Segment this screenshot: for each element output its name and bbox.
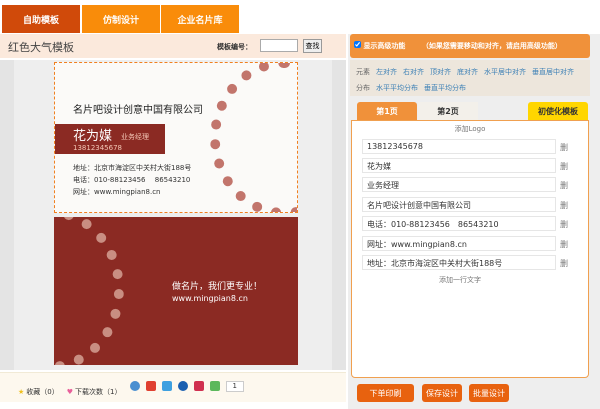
download-count: 下载次数（1）: [75, 387, 122, 396]
card-mobile[interactable]: 13812345678: [73, 144, 122, 152]
delete-field-button[interactable]: 删: [560, 142, 568, 153]
floral-ornament: [54, 217, 124, 365]
left-scroll-strip[interactable]: [0, 60, 14, 370]
favorite-count: 收藏（0）: [26, 387, 59, 396]
tab-enterprise-library[interactable]: 企业名片库: [161, 5, 239, 33]
qzone-share-icon[interactable]: [129, 381, 140, 391]
page-tab-2[interactable]: 第2页: [418, 102, 478, 120]
align-left[interactable]: 左对齐: [376, 68, 397, 76]
kaixin-share-icon[interactable]: [193, 381, 204, 391]
align-right[interactable]: 右对齐: [403, 68, 424, 76]
star-icon: ★: [18, 387, 25, 396]
advanced-checkbox[interactable]: [354, 41, 361, 48]
field-mobile[interactable]: 13812345678: [362, 139, 556, 154]
batch-design-button[interactable]: 批量设计: [469, 384, 509, 402]
add-logo-link[interactable]: 添加Logo: [350, 124, 590, 134]
card-web[interactable]: 网址：www.mingpian8.cn: [73, 187, 160, 197]
card-back[interactable]: 做名片，我们更专业！ www.mingpian8.cn: [54, 217, 298, 365]
field-company[interactable]: 名片吧设计创意中国有限公司: [362, 197, 556, 212]
delete-field-button[interactable]: 删: [560, 200, 568, 211]
align-label: 元素: [356, 68, 370, 76]
distribute-label: 分布: [356, 84, 370, 92]
share-count: 1: [225, 381, 244, 392]
align-bottom[interactable]: 底对齐: [457, 68, 478, 76]
card-position[interactable]: 业务经理: [121, 132, 149, 142]
tab-self-service-template[interactable]: 自助模板: [2, 5, 80, 33]
delete-field-button[interactable]: 删: [560, 180, 568, 191]
card-slogan[interactable]: 做名片，我们更专业！: [172, 279, 262, 292]
delete-field-button[interactable]: 删: [560, 258, 568, 269]
floral-ornament: [210, 63, 297, 212]
field-web[interactable]: 网址：www.mingpian8.cn: [362, 236, 556, 251]
renren-share-icon[interactable]: [177, 381, 188, 391]
align-top[interactable]: 顶对齐: [430, 68, 451, 76]
weibo-share-icon[interactable]: [145, 381, 156, 391]
field-phone[interactable]: 电话：010-88123456 86543210: [362, 216, 556, 231]
add-line-link[interactable]: 添加一行文字: [350, 275, 570, 285]
align-v-center[interactable]: 垂直居中对齐: [532, 68, 574, 76]
page-tab-1[interactable]: 第1页: [357, 102, 417, 120]
card-company[interactable]: 名片吧设计创意中国有限公司: [73, 101, 203, 116]
delete-field-button[interactable]: 删: [560, 219, 568, 230]
delete-field-button[interactable]: 删: [560, 161, 568, 172]
search-button[interactable]: 查找: [303, 39, 322, 53]
downloads: ♥ 下载次数（1）: [67, 381, 122, 402]
heart-icon: ♥: [66, 387, 74, 396]
advanced-label: 显示高级功能: [363, 42, 406, 50]
right-scroll-strip[interactable]: [332, 60, 346, 370]
favorite-button[interactable]: ★ 收藏（0）: [18, 381, 59, 402]
share-toolbar: ★ 收藏（0） ♥ 下载次数（1） 1: [0, 372, 346, 402]
field-address[interactable]: 地址：北京市海淀区中关村大街188号: [362, 255, 556, 270]
page-title: 红色大气模板: [8, 41, 74, 54]
field-name[interactable]: 花为媒: [362, 158, 556, 173]
distribute-v[interactable]: 垂直平均分布: [424, 84, 466, 92]
advanced-hint: （如果您需要移动和对齐，请启用高级功能）: [421, 42, 562, 50]
distribute-h[interactable]: 水平平均分布: [376, 84, 418, 92]
delete-field-button[interactable]: 删: [560, 239, 568, 250]
card-name[interactable]: 花为媒: [73, 125, 112, 144]
order-print-button[interactable]: 下单印刷: [357, 384, 414, 402]
title-bar: 红色大气模板 模板编号： 查找: [0, 34, 346, 58]
card-back-web[interactable]: www.mingpian8.cn: [172, 294, 248, 303]
init-template-button[interactable]: 初使化模板: [528, 102, 588, 120]
card-phone[interactable]: 电话：010-88123456 86543210: [73, 175, 190, 185]
save-design-button[interactable]: 保存设计: [422, 384, 462, 402]
card-front[interactable]: 名片吧设计创意中国有限公司 花为媒 业务经理 13812345678 地址：北京…: [54, 62, 298, 213]
align-toolbar: 元素 左对齐 右对齐 顶对齐 底对齐 水平居中对齐 垂直居中对齐 分布 水平平均分布 垂直平均分…: [350, 60, 590, 96]
align-h-center[interactable]: 水平居中对齐: [484, 68, 526, 76]
tencent-share-icon[interactable]: [161, 381, 172, 391]
template-number-label: 模板编号：: [217, 43, 252, 51]
advanced-bar: 显示高级功能 （如果您需要移动和对齐，请启用高级功能）: [350, 34, 590, 58]
tab-imitation-design[interactable]: 仿制设计: [82, 5, 160, 33]
template-number-input[interactable]: [260, 39, 298, 52]
card-address[interactable]: 地址：北京市海淀区中关村大街188号: [73, 163, 191, 173]
field-position[interactable]: 业务经理: [362, 177, 556, 192]
more-share-icon[interactable]: [209, 381, 220, 391]
